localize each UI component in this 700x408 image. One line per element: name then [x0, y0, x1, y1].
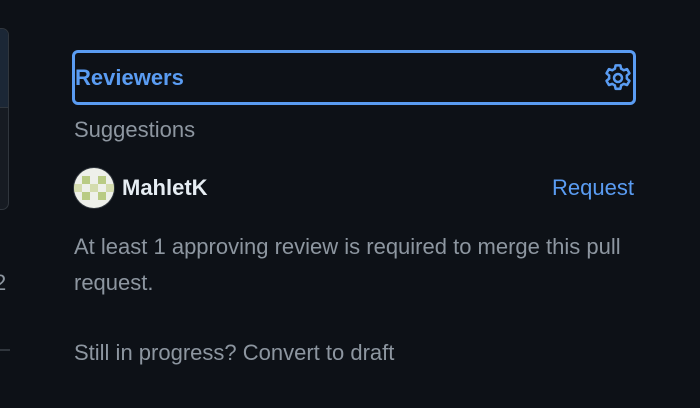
- left-partial-divider: [0, 349, 10, 351]
- left-panel-header: [0, 29, 8, 108]
- avatar[interactable]: [74, 168, 114, 208]
- reviewers-title: Reviewers: [75, 64, 184, 90]
- draft-prompt-line: Still in progress? Convert to draft: [74, 340, 394, 366]
- gear-icon[interactable]: [601, 61, 635, 95]
- draft-prompt-text: Still in progress?: [74, 340, 237, 365]
- reviewers-header-button[interactable]: Reviewers: [72, 50, 636, 105]
- convert-to-draft-link[interactable]: Convert to draft: [243, 340, 395, 365]
- left-partial-number: 2: [0, 270, 7, 295]
- left-panel-partial: [0, 28, 9, 210]
- suggested-reviewer-row: MahletK Request: [74, 167, 634, 209]
- suggestions-label: Suggestions: [74, 117, 196, 142]
- request-review-button[interactable]: Request: [552, 175, 634, 201]
- review-requirement-note: At least 1 approving review is required …: [74, 234, 621, 295]
- reviewer-username[interactable]: MahletK: [122, 175, 208, 201]
